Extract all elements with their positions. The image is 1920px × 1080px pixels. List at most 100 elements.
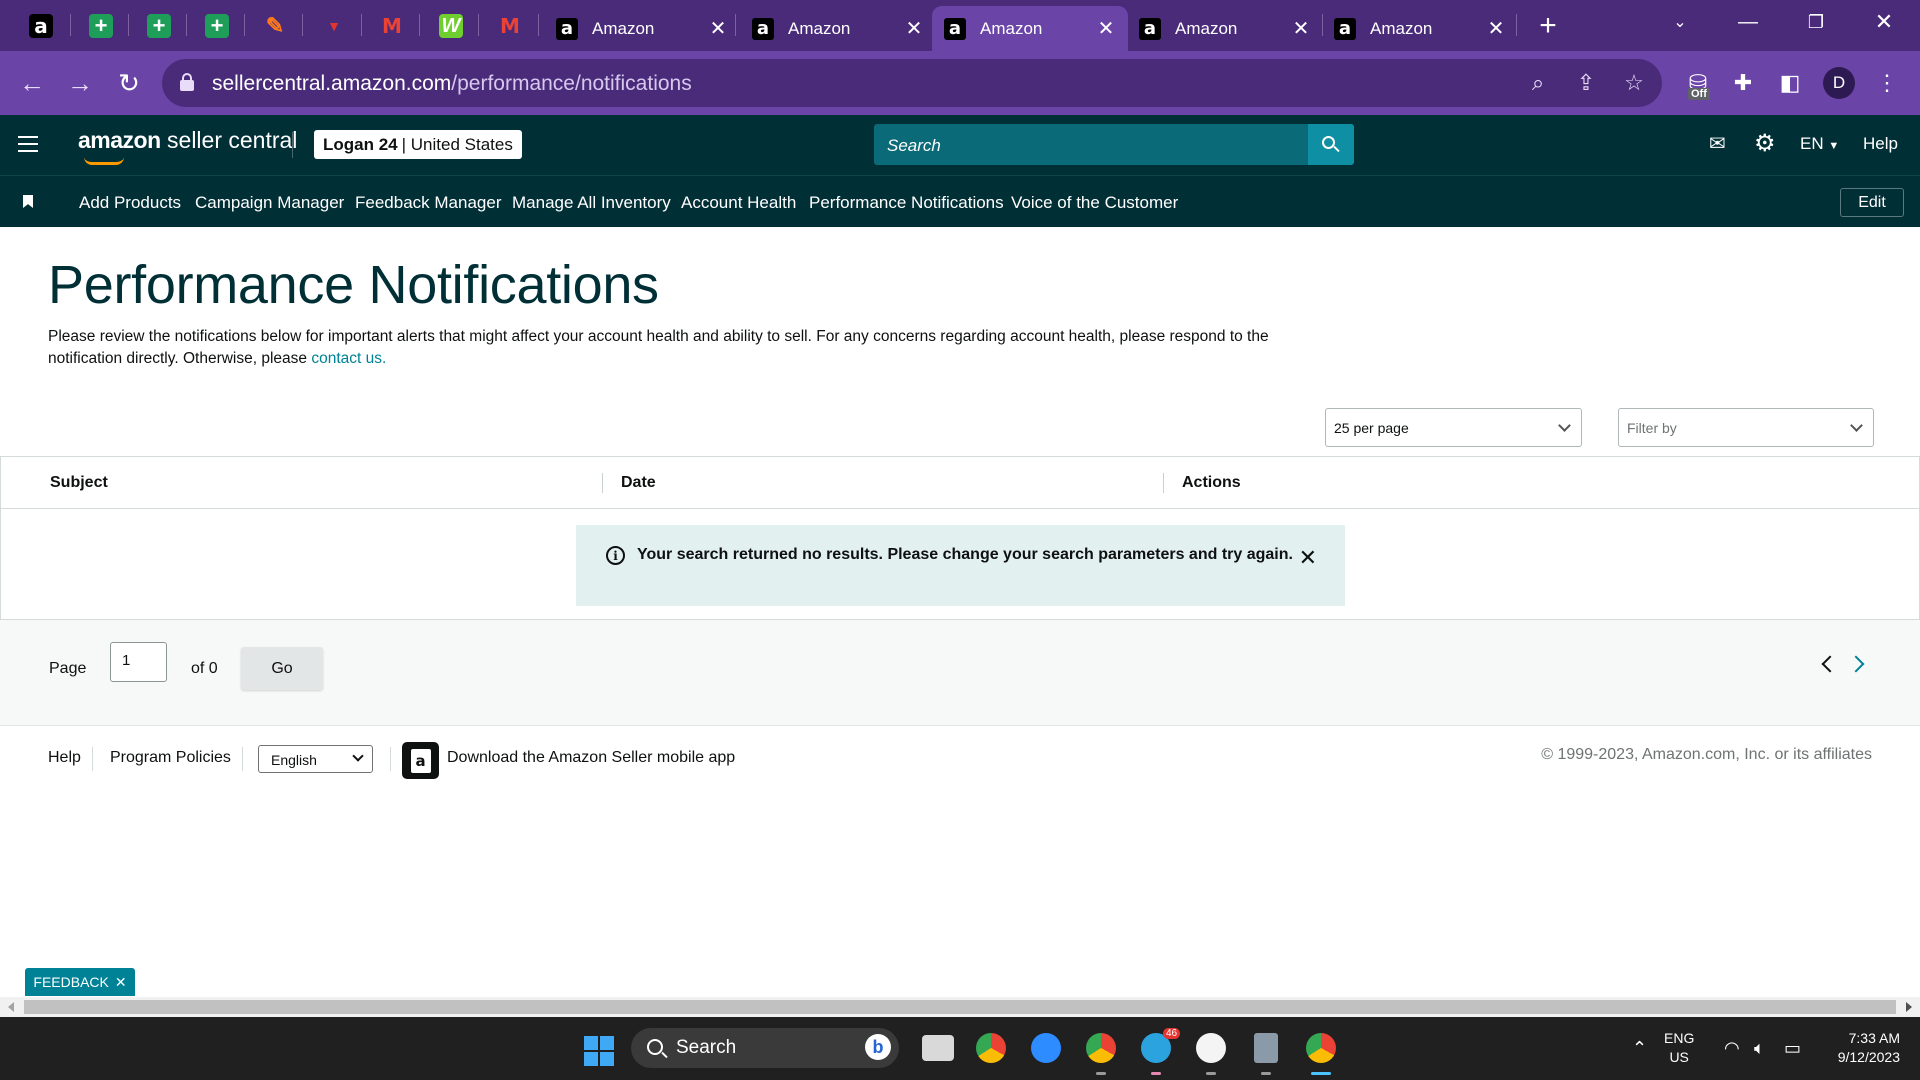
puzzle-extensions-icon[interactable]: ✚ <box>1726 66 1760 100</box>
pinned-tab-red-logo[interactable]: ▼ <box>313 6 355 46</box>
filter-by-select[interactable]: Filter by <box>1618 408 1874 447</box>
footer-language-select[interactable]: English <box>258 745 373 773</box>
tab-search-chevron-icon[interactable]: ⌄ <box>1648 0 1712 44</box>
search-icon <box>1322 135 1340 154</box>
bookmark-star-icon[interactable]: ☆ <box>1620 69 1648 97</box>
close-tab-icon[interactable]: ✕ <box>904 16 924 41</box>
lock-icon[interactable] <box>180 73 194 91</box>
close-feedback-icon[interactable]: ✕ <box>115 974 127 991</box>
amazon-seller-app-icon[interactable]: a <box>402 742 439 779</box>
close-tab-icon[interactable]: ✕ <box>708 16 728 41</box>
reload-icon[interactable]: ↻ <box>113 67 145 99</box>
column-header-subject[interactable]: Subject <box>50 474 108 492</box>
feedback-button[interactable]: FEEDBACK ✕ <box>25 968 135 996</box>
pinned-tab-w-app[interactable]: W <box>430 6 472 46</box>
clock[interactable]: 7:33 AM 9/12/2023 <box>1820 1029 1900 1067</box>
taskbar-search[interactable]: Search b <box>631 1028 899 1068</box>
zoom-icon[interactable] <box>1031 1033 1061 1063</box>
zoom-icon[interactable]: ⌕ <box>1524 69 1552 97</box>
url-text[interactable]: sellercentral.amazon.com/performance/not… <box>212 72 692 96</box>
column-header-actions[interactable]: Actions <box>1182 474 1241 492</box>
column-header-date[interactable]: Date <box>621 474 656 492</box>
pinned-tab-sheets-2[interactable]: + <box>138 6 180 46</box>
horizontal-scrollbar[interactable] <box>0 997 1920 1017</box>
pinned-tab-pen[interactable]: ✎ <box>254 6 296 46</box>
scroll-left-arrow-icon[interactable] <box>8 1002 14 1012</box>
kebab-menu-icon[interactable]: ⋮ <box>1870 66 1904 100</box>
program-policies-link[interactable]: Program Policies <box>110 749 231 767</box>
bookmark-add-products[interactable]: Add Products <box>79 193 181 213</box>
chevron-up-icon[interactable]: ⌃ <box>1632 1038 1647 1059</box>
go-button[interactable]: Go <box>241 647 323 690</box>
new-tab-plus-icon[interactable]: + <box>1532 8 1564 44</box>
side-panel-icon[interactable]: ◧ <box>1773 66 1807 100</box>
bing-icon[interactable]: b <box>865 1034 891 1060</box>
battery-icon[interactable]: ▭ <box>1784 1038 1801 1059</box>
pinned-tab-sheets-3[interactable]: + <box>196 6 238 46</box>
checklist-app-icon[interactable] <box>1196 1033 1226 1063</box>
scroll-right-arrow-icon[interactable] <box>1906 1002 1912 1012</box>
volume-icon[interactable]: 🔈︎ <box>1754 1038 1765 1059</box>
chrome-active-icon[interactable] <box>1306 1033 1336 1063</box>
scrollbar-thumb[interactable] <box>24 1000 1896 1014</box>
minimize-icon[interactable]: — <box>1716 0 1780 44</box>
tab-title: Amazon <box>1370 18 1433 38</box>
browser-tab-5[interactable]: a Amazon ✕ <box>1322 6 1518 51</box>
pinned-tab-gmail-1[interactable]: M <box>371 6 413 46</box>
account-switcher[interactable]: Logan 24 | United States <box>314 130 522 159</box>
windows-start-icon[interactable] <box>584 1036 614 1066</box>
per-page-select[interactable]: 25 per page <box>1325 408 1582 447</box>
language-menu[interactable]: EN ▼ <box>1800 134 1839 154</box>
seller-central-logo[interactable]: amazon seller central <box>78 127 297 165</box>
gear-icon[interactable]: ⚙ <box>1754 129 1776 158</box>
search-button[interactable] <box>1308 124 1354 165</box>
bookmark-voice-of-the-customer[interactable]: Voice of the Customer <box>1011 193 1178 213</box>
pinned-tab-sheets-1[interactable]: + <box>80 6 122 46</box>
bookmark-performance-notifications[interactable]: Performance Notifications <box>809 193 1004 213</box>
restore-icon[interactable]: ❐ <box>1784 0 1848 44</box>
browser-tab-4[interactable]: a Amazon ✕ <box>1127 6 1323 51</box>
address-bar[interactable]: sellercentral.amazon.com/performance/not… <box>162 59 1662 107</box>
input-language[interactable]: ENG US <box>1664 1029 1694 1067</box>
pinned-tab-gmail-2[interactable]: M <box>489 6 531 46</box>
file-explorer-icon[interactable] <box>922 1035 954 1061</box>
telegram-badge: 46 <box>1163 1028 1181 1039</box>
hamburger-menu-icon[interactable] <box>18 136 38 152</box>
browser-tab-1[interactable]: a Amazon ✕ <box>544 6 740 51</box>
close-window-icon[interactable]: ✕ <box>1852 0 1916 44</box>
contact-us-link[interactable]: contact us. <box>311 350 386 367</box>
page-number-input[interactable]: 1 <box>110 642 167 682</box>
download-app-link[interactable]: Download the Amazon Seller mobile app <box>447 749 735 767</box>
bookmark-account-health[interactable]: Account Health <box>681 193 796 213</box>
share-icon[interactable]: ⇪ <box>1572 69 1600 97</box>
seller-search-input[interactable]: Search <box>874 124 1308 165</box>
close-tab-icon[interactable]: ✕ <box>1486 16 1506 41</box>
bookmark-campaign-manager[interactable]: Campaign Manager <box>195 193 344 213</box>
browser-toolbar: ← → ↻ sellercentral.amazon.com/performan… <box>0 51 1920 115</box>
mail-icon[interactable]: ✉ <box>1709 131 1726 156</box>
chrome-profile-icon[interactable] <box>1086 1033 1116 1063</box>
calculator-icon[interactable] <box>1254 1033 1278 1063</box>
close-tab-icon[interactable]: ✕ <box>1096 16 1116 41</box>
close-tab-icon[interactable]: ✕ <box>1291 16 1311 41</box>
wifi-icon[interactable]: ◠ <box>1724 1038 1740 1059</box>
footer-help-link[interactable]: Help <box>48 749 81 767</box>
pinned-tab-amazon[interactable]: a <box>20 6 62 46</box>
edit-bookmarks-button[interactable]: Edit <box>1840 188 1904 217</box>
browser-tab-2[interactable]: a Amazon ✕ <box>740 6 936 51</box>
help-link[interactable]: Help <box>1863 134 1898 154</box>
forward-arrow-icon[interactable]: → <box>64 67 96 99</box>
bookmark-feedback-manager[interactable]: Feedback Manager <box>355 193 501 213</box>
bookmark-manage-all-inventory[interactable]: Manage All Inventory <box>512 193 671 213</box>
previous-page-icon[interactable] <box>1821 655 1839 673</box>
account-name: Logan 24 <box>323 134 398 154</box>
browser-tab-3-active[interactable]: a Amazon ✕ <box>932 6 1128 51</box>
tab-title: Amazon <box>980 18 1043 38</box>
back-arrow-icon[interactable]: ← <box>16 67 48 99</box>
profile-avatar[interactable]: D <box>1823 67 1855 99</box>
running-indicator <box>1206 1072 1216 1075</box>
next-page-icon[interactable] <box>1847 655 1865 673</box>
chrome-icon[interactable] <box>976 1033 1006 1063</box>
close-alert-icon[interactable]: ✕ <box>1299 545 1317 571</box>
google-sheets-icon: + <box>205 13 229 38</box>
